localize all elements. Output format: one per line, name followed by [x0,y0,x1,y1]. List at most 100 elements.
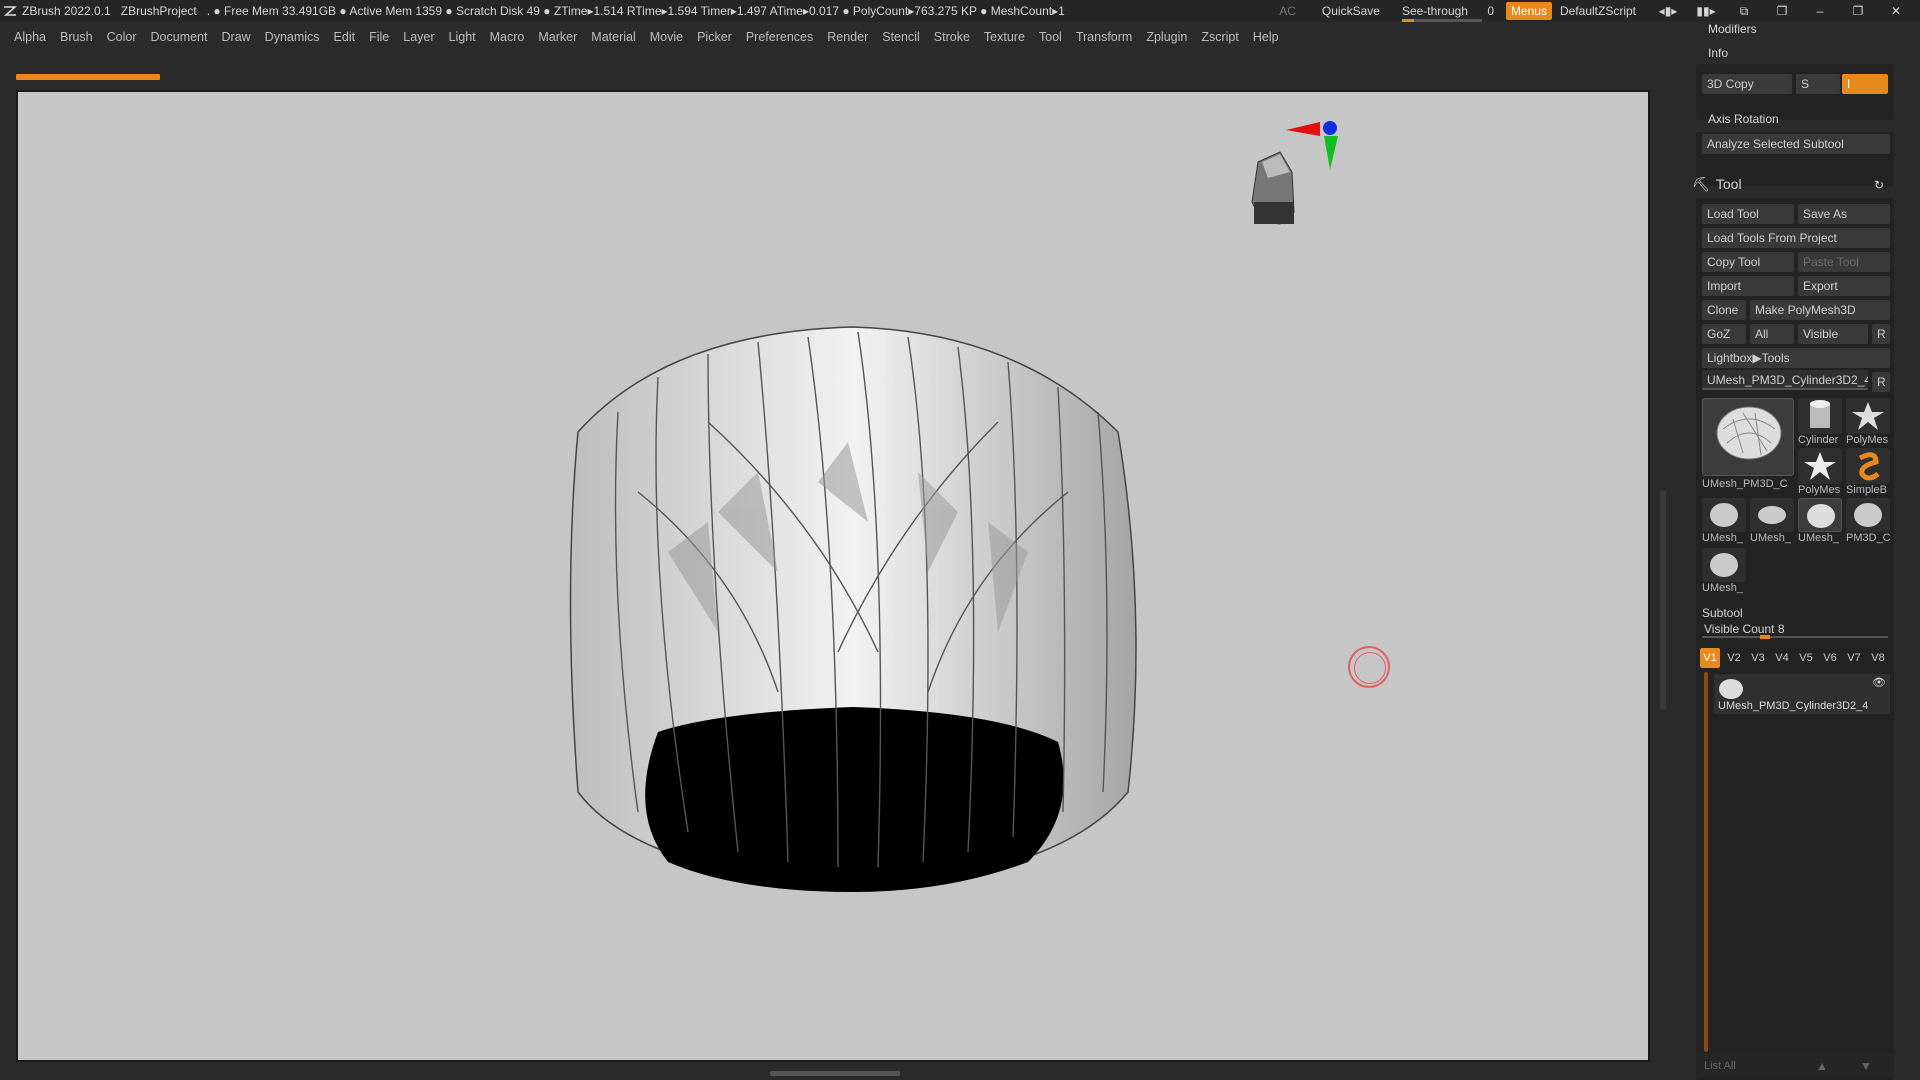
load-tool-button[interactable]: Load Tool [1702,204,1794,224]
version-v4[interactable]: V4 [1772,648,1792,668]
menu-texture[interactable]: Texture [984,30,1025,44]
tool-thumb-main[interactable] [1702,398,1794,476]
minimize-icon[interactable]: – [1806,4,1834,18]
tool-section: Load Tool Save As Load Tools From Projec… [1696,198,1894,612]
list-all-button[interactable]: List All [1704,1060,1736,1072]
menu-draw[interactable]: Draw [222,30,251,44]
analyze-subtool-button[interactable]: Analyze Selected Subtool [1702,134,1890,154]
menu-macro[interactable]: Macro [490,30,525,44]
left-tray[interactable] [0,90,14,1070]
menu-help[interactable]: Help [1253,30,1279,44]
see-through-slider[interactable]: See-through 0 [1401,4,1494,22]
tool-thumb-s1[interactable] [1702,498,1746,532]
menu-brush[interactable]: Brush [60,30,93,44]
menu-picker[interactable]: Picker [697,30,732,44]
tool-thumb-s2[interactable] [1750,498,1794,532]
title-bar-controls: AC QuickSave See-through 0 Menus Default… [1271,0,1920,22]
axis-rotation-label[interactable]: Axis Rotation [1708,112,1779,126]
3d-copy-button[interactable]: 3D Copy [1702,74,1792,94]
menu-edit[interactable]: Edit [334,30,356,44]
tool-thumb-s5[interactable] [1702,548,1746,582]
menu-light[interactable]: Light [449,30,476,44]
menus-toggle[interactable]: Menus [1505,2,1552,20]
menu-alpha[interactable]: Alpha [14,30,46,44]
tool-thumb-polymesh-2[interactable] [1798,448,1842,484]
right-tray-handle[interactable] [1658,90,1678,1070]
version-v8[interactable]: V8 [1868,648,1888,668]
menu-file[interactable]: File [369,30,389,44]
goz-all-button[interactable]: All [1750,324,1794,344]
eye-icon[interactable]: 👁 [1872,676,1886,689]
menu-material[interactable]: Material [591,30,635,44]
ac-label[interactable]: AC [1271,4,1304,18]
script-name[interactable]: DefaultZScript [1558,4,1644,18]
tool-thumb-s4-label: PM3D_C [1846,532,1890,544]
menu-dynamics[interactable]: Dynamics [265,30,320,44]
clone-button[interactable]: Clone [1702,300,1746,320]
make-polymesh3d-button[interactable]: Make PolyMesh3D [1750,300,1890,320]
version-v5[interactable]: V5 [1796,648,1816,668]
bottom-tray-grip[interactable] [770,1071,900,1076]
canvas-viewport[interactable] [16,90,1650,1062]
paste-tool-button[interactable]: Paste Tool [1798,252,1890,272]
zbrush-logo-icon[interactable] [0,0,20,22]
export-button[interactable]: Export [1798,276,1890,296]
subtool-row[interactable]: 👁 UMesh_PM3D_Cylinder3D2_4 [1714,674,1890,714]
refresh-icon[interactable]: ↻ [1874,178,1884,192]
save-as-button[interactable]: Save As [1798,204,1890,224]
load-tools-from-project-button[interactable]: Load Tools From Project [1702,228,1890,248]
import-button[interactable]: Import [1702,276,1794,296]
copy-tool-button[interactable]: Copy Tool [1702,252,1794,272]
move-up-icon[interactable]: ▲ [1816,1059,1828,1073]
tool-thumb-simplebrush[interactable] [1846,448,1890,484]
layout-icon-1[interactable]: ◂▮▸ [1654,4,1682,18]
layout-icon-2[interactable]: ▮▮▸ [1692,4,1720,18]
subtool-list-scrollbar[interactable] [1704,672,1708,1052]
menu-transform[interactable]: Transform [1076,30,1133,44]
menu-movie[interactable]: Movie [650,30,683,44]
version-v2[interactable]: V2 [1724,648,1744,668]
menu-tool[interactable]: Tool [1039,30,1062,44]
tool-title[interactable]: Tool [1716,176,1742,192]
goz-button[interactable]: GoZ [1702,324,1746,344]
menu-zplugin[interactable]: Zplugin [1146,30,1187,44]
menu-stroke[interactable]: Stroke [934,30,970,44]
tool-thumb-s3[interactable] [1798,498,1842,532]
version-v3[interactable]: V3 [1748,648,1768,668]
restore-icon[interactable]: ❐ [1844,4,1872,18]
menu-zscript[interactable]: Zscript [1201,30,1239,44]
current-tool-field[interactable]: UMesh_PM3D_Cylinder3D2_4 [1702,370,1868,390]
menu-render[interactable]: Render [827,30,868,44]
info-label[interactable]: Info [1708,46,1728,60]
goz-visible-button[interactable]: Visible [1798,324,1868,344]
visible-count-track[interactable] [1702,635,1888,639]
navigation-gyro-icon[interactable] [1251,121,1338,225]
version-v7[interactable]: V7 [1844,648,1864,668]
menu-document[interactable]: Document [151,30,208,44]
lightbox-tools-button[interactable]: Lightbox▶Tools [1702,348,1890,368]
version-v1[interactable]: V1 [1700,648,1720,668]
layout-icon-4[interactable]: ❐ [1768,4,1796,18]
menu-preferences[interactable]: Preferences [746,30,813,44]
menu-marker[interactable]: Marker [538,30,577,44]
s-button[interactable]: S [1796,74,1840,94]
version-v6[interactable]: V6 [1820,648,1840,668]
menu-layer[interactable]: Layer [403,30,434,44]
move-down-icon[interactable]: ▼ [1860,1059,1872,1073]
layout-icon-3[interactable]: ⧉ [1730,4,1758,19]
tray-scrollbar[interactable] [1660,490,1666,710]
close-icon[interactable]: ✕ [1882,4,1910,18]
i-button[interactable]: I [1842,74,1888,94]
menu-color[interactable]: Color [107,30,137,44]
visible-count-slider[interactable]: Visible Count 8 [1704,622,1785,636]
menu-stencil[interactable]: Stencil [882,30,920,44]
tool-thumb-cylinder[interactable] [1798,398,1842,434]
goz-r-button[interactable]: R [1872,324,1890,344]
quicksave-button[interactable]: QuickSave [1314,4,1388,18]
menu-bar: Alpha Brush Color Document Draw Dynamics… [0,22,1680,52]
subtool-title[interactable]: Subtool [1702,606,1743,620]
tool-thumb-polymesh[interactable] [1846,398,1890,434]
current-tool-r-button[interactable]: R [1872,372,1890,392]
modifiers-label[interactable]: Modifiers [1708,22,1757,36]
tool-thumb-s4[interactable] [1846,498,1890,532]
